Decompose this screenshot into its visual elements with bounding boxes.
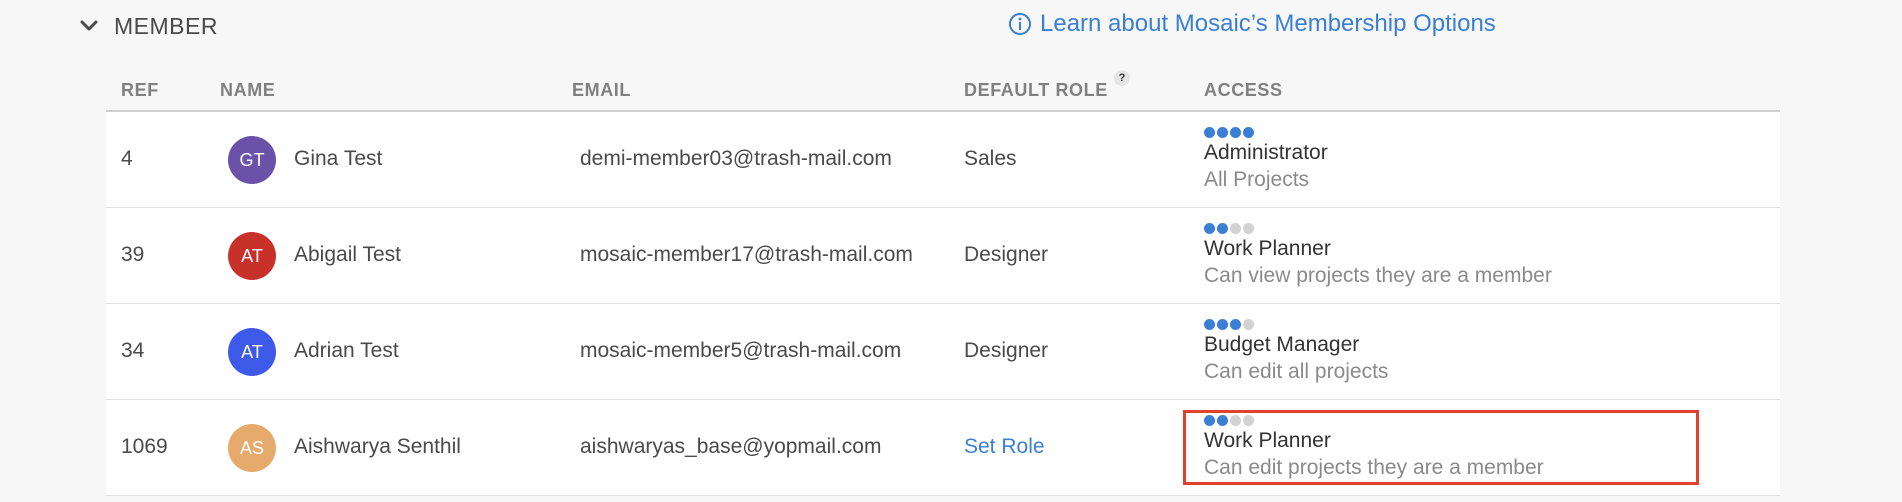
section-title: MEMBER xyxy=(114,12,218,39)
chevron-down-icon[interactable] xyxy=(78,15,100,37)
table-row[interactable]: 1069 AS Aishwarya Senthil aishwaryas_bas… xyxy=(106,400,1780,496)
access-title: Budget Manager xyxy=(1204,333,1360,356)
access-dot xyxy=(1230,222,1241,234)
access-cell[interactable]: Work Planner Can view projects they are … xyxy=(1204,222,1552,288)
access-dot xyxy=(1230,318,1241,330)
access-dot xyxy=(1204,318,1215,330)
access-dot xyxy=(1204,222,1215,234)
access-cell[interactable]: Work Planner Can edit projects they are … xyxy=(1204,414,1544,480)
avatar: AT xyxy=(228,232,276,280)
access-description: Can edit projects they are a member xyxy=(1204,456,1544,479)
access-dot xyxy=(1217,222,1228,234)
access-title: Administrator xyxy=(1204,141,1328,164)
access-dot xyxy=(1217,318,1228,330)
help-icon[interactable]: ? xyxy=(1114,70,1130,86)
column-header-ref[interactable]: REF xyxy=(121,80,159,101)
info-icon xyxy=(1009,13,1031,35)
access-description: Can view projects they are a member xyxy=(1204,264,1552,287)
member-default-role: Sales xyxy=(964,147,1017,170)
access-cell[interactable]: Administrator All Projects xyxy=(1204,126,1328,192)
avatar: AT xyxy=(228,328,276,376)
access-level-indicator xyxy=(1204,222,1552,234)
member-name: Aishwarya Senthil xyxy=(294,435,461,458)
member-ref: 39 xyxy=(121,243,145,266)
member-email: mosaic-member17@trash-mail.com xyxy=(580,243,913,266)
access-description: All Projects xyxy=(1204,168,1310,191)
member-email: demi-member03@trash-mail.com xyxy=(580,147,892,170)
access-dot xyxy=(1243,222,1254,234)
member-name: Adrian Test xyxy=(294,339,399,362)
member-name: Abigail Test xyxy=(294,243,402,266)
learn-membership-link[interactable]: Learn about Mosaic’s Membership Options xyxy=(1008,8,1496,40)
member-table-body: 4 GT Gina Test demi-member03@trash-mail.… xyxy=(106,112,1780,496)
access-dot xyxy=(1243,126,1254,138)
column-header-email[interactable]: EMAIL xyxy=(572,80,631,101)
column-header-default-role[interactable]: DEFAULT ROLE xyxy=(964,80,1108,101)
table-row[interactable]: 34 AT Adrian Test mosaic-member5@trash-m… xyxy=(106,304,1780,400)
member-section-header: MEMBER xyxy=(78,10,218,42)
access-title: Work Planner xyxy=(1204,429,1331,452)
set-role-link[interactable]: Set Role xyxy=(964,435,1045,459)
table-row[interactable]: 39 AT Abigail Test mosaic-member17@trash… xyxy=(106,208,1780,304)
avatar: GT xyxy=(228,136,276,184)
member-name: Gina Test xyxy=(294,147,383,170)
member-ref: 4 xyxy=(121,147,133,170)
access-dot xyxy=(1243,318,1254,330)
member-ref: 34 xyxy=(121,339,145,362)
column-header-access[interactable]: ACCESS xyxy=(1204,80,1283,101)
learn-link-label: Learn about Mosaic’s Membership Options xyxy=(1040,10,1496,37)
access-dot xyxy=(1204,414,1215,426)
access-title: Work Planner xyxy=(1204,237,1331,260)
access-level-indicator xyxy=(1204,414,1544,426)
member-email: aishwaryas_base@yopmail.com xyxy=(580,435,882,458)
access-dot xyxy=(1217,414,1228,426)
member-default-role: Designer xyxy=(964,243,1049,266)
access-description: Can edit all projects xyxy=(1204,360,1389,383)
member-default-role: Designer xyxy=(964,339,1049,362)
access-dot xyxy=(1230,414,1241,426)
table-header-row: REF NAME EMAIL DEFAULT ROLE ? ACCESS xyxy=(106,70,1780,112)
access-dot xyxy=(1204,126,1215,138)
column-header-name[interactable]: NAME xyxy=(220,80,275,101)
access-level-indicator xyxy=(1204,318,1388,330)
member-ref: 1069 xyxy=(121,435,168,458)
table-row[interactable]: 4 GT Gina Test demi-member03@trash-mail.… xyxy=(106,112,1780,208)
access-dot xyxy=(1230,126,1241,138)
access-level-indicator xyxy=(1204,126,1328,138)
access-cell[interactable]: Budget Manager Can edit all projects xyxy=(1204,318,1388,384)
access-dot xyxy=(1243,414,1254,426)
member-email: mosaic-member5@trash-mail.com xyxy=(580,339,902,362)
avatar: AS xyxy=(228,424,276,472)
access-dot xyxy=(1217,126,1228,138)
